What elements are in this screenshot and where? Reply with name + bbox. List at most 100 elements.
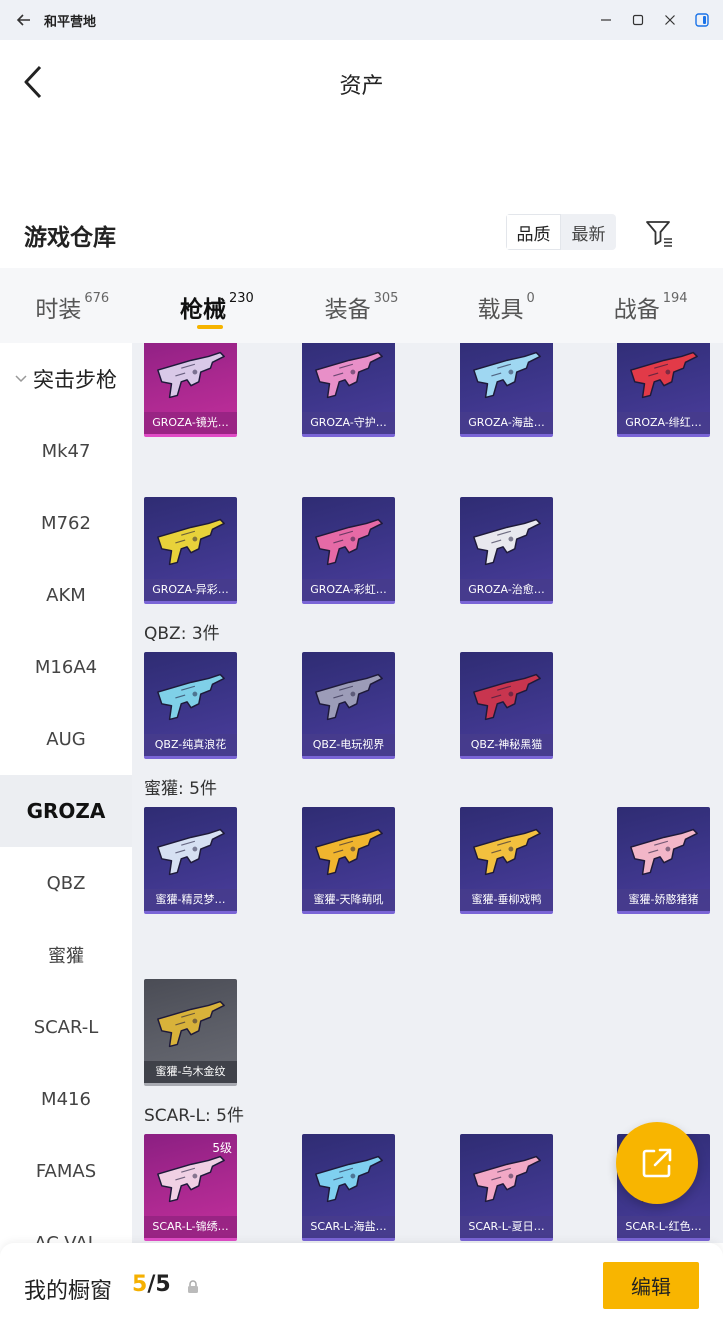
tab-equipment[interactable]: 装备 305 xyxy=(289,268,434,343)
sort-quality-button[interactable]: 品质 xyxy=(506,214,561,250)
sidebar-item-famas[interactable]: FAMAS xyxy=(0,1135,132,1207)
weapon-skin-card[interactable]: QBZ-神秘黑猫 xyxy=(460,652,553,759)
sidebar-item-qbz[interactable]: QBZ xyxy=(0,847,132,919)
weapon-image xyxy=(315,828,383,876)
weapon-image xyxy=(157,518,225,566)
weapon-skin-card[interactable]: 蜜獾-乌木金纹 xyxy=(144,979,237,1086)
sidebar-item-m762[interactable]: M762 xyxy=(0,487,132,559)
section-label-honey-badger: 蜜獾: 5件 xyxy=(144,779,217,799)
section-label-scar-l: SCAR-L: 5件 xyxy=(144,1106,244,1126)
weapon-image xyxy=(473,351,541,399)
weapon-skin-card[interactable]: GROZA-海盐… xyxy=(460,343,553,437)
skin-name: SCAR-L-锦绣… xyxy=(144,1216,237,1238)
weapon-image xyxy=(473,1155,541,1203)
sidebar-item-honey-badger[interactable]: 蜜獾 xyxy=(0,919,132,991)
weapon-skin-card[interactable]: GROZA-守护… xyxy=(302,343,395,437)
weapon-type-sidebar: 突击步枪 Mk47 M762 AKM M16A4 AUG GROZA QBZ 蜜… xyxy=(0,343,132,1243)
window-titlebar: 和平营地 xyxy=(0,0,723,40)
chevron-down-icon xyxy=(15,375,27,383)
weapon-skin-card[interactable]: GROZA-异彩… xyxy=(144,497,237,604)
skin-level-badge: 5级 xyxy=(212,1141,232,1155)
minimize-icon[interactable] xyxy=(593,7,619,33)
weapon-image xyxy=(157,673,225,721)
tab-count: 230 xyxy=(228,291,254,306)
weapon-image xyxy=(157,351,225,399)
weapon-image xyxy=(315,673,383,721)
app-header: 资产 xyxy=(0,40,723,124)
active-tab-indicator xyxy=(196,325,223,329)
maximize-icon[interactable] xyxy=(625,7,651,33)
warehouse-title: 游戏仓库 xyxy=(24,225,116,251)
skin-name: GROZA-彩虹… xyxy=(302,579,395,601)
sort-newest-button[interactable]: 最新 xyxy=(561,214,616,250)
sidebar-item-m416[interactable]: M416 xyxy=(0,1063,132,1135)
skin-name: 蜜獾-天降萌吼 xyxy=(302,889,395,911)
sidebar-item-ac-val[interactable]: AC-VAL xyxy=(0,1207,132,1244)
weapon-image xyxy=(157,828,225,876)
edit-button[interactable]: 编辑 xyxy=(603,1262,699,1309)
skin-name: GROZA-异彩… xyxy=(144,579,237,601)
weapon-skin-card[interactable]: GROZA-绯红… xyxy=(617,343,710,437)
skin-name: GROZA-治愈… xyxy=(460,579,553,601)
tab-count: 0 xyxy=(526,291,535,306)
sidebar-item-scar-l[interactable]: SCAR-L xyxy=(0,991,132,1063)
tab-label: 装备 xyxy=(324,297,371,323)
weapon-skin-card[interactable]: SCAR-L-海盐… xyxy=(302,1134,395,1241)
showcase-total: 5 xyxy=(155,1272,171,1297)
weapon-skin-grid: QBZ: 3件 蜜獾: 5件 SCAR-L: 5件 GROZA-镜光… GROZA… xyxy=(132,343,723,1243)
sidebar-item-groza[interactable]: GROZA xyxy=(0,775,132,847)
weapon-skin-card[interactable]: 蜜獾-垂柳戏鸭 xyxy=(460,807,553,914)
sidebar-item-aug[interactable]: AUG xyxy=(0,703,132,775)
tab-label: 时装 xyxy=(35,297,82,323)
weapon-skin-card[interactable]: SCAR-L-夏日… xyxy=(460,1134,553,1241)
arrow-left-icon[interactable] xyxy=(6,0,42,40)
showcase-bar: 我的橱窗 5/5 编辑 xyxy=(0,1243,723,1328)
tab-supplies[interactable]: 战备 194 xyxy=(578,268,723,343)
skin-name: 蜜獾-娇憨猪猪 xyxy=(617,889,710,911)
tab-count: 305 xyxy=(373,291,399,306)
skin-name: GROZA-绯红… xyxy=(617,412,710,434)
weapon-skin-card[interactable]: QBZ-纯真浪花 xyxy=(144,652,237,759)
tab-weapons[interactable]: 枪械 230 xyxy=(145,268,290,343)
share-button[interactable] xyxy=(616,1122,698,1204)
skin-name: SCAR-L-海盐… xyxy=(302,1216,395,1238)
weapon-skin-card[interactable]: GROZA-彩虹… xyxy=(302,497,395,604)
close-icon[interactable] xyxy=(657,7,683,33)
sidebar-item-m16a4[interactable]: M16A4 xyxy=(0,631,132,703)
warehouse-header: 游戏仓库 品质 最新 xyxy=(0,200,723,268)
window-controls xyxy=(593,0,715,40)
weapon-skin-card[interactable]: 蜜獾-娇憨猪猪 xyxy=(617,807,710,914)
weapon-image xyxy=(315,518,383,566)
weapon-skin-card[interactable]: GROZA-镜光… xyxy=(144,343,237,437)
sidebar-item-akm[interactable]: AKM xyxy=(0,559,132,631)
weapon-image xyxy=(315,351,383,399)
filter-icon[interactable] xyxy=(642,216,676,250)
weapon-skin-card[interactable]: 蜜獾-天降萌吼 xyxy=(302,807,395,914)
skin-name: 蜜獾-乌木金纹 xyxy=(144,1061,237,1083)
sidebar-item-mk47[interactable]: Mk47 xyxy=(0,415,132,487)
sidebar-group-assault-rifles[interactable]: 突击步枪 xyxy=(0,343,132,415)
page-title: 资产 xyxy=(339,74,384,99)
weapon-skin-card[interactable]: 5级 SCAR-L-锦绣… xyxy=(144,1134,237,1241)
weapon-image xyxy=(630,828,698,876)
weapon-skin-card[interactable]: QBZ-电玩视界 xyxy=(302,652,395,759)
window-title: 和平营地 xyxy=(44,14,97,30)
weapon-image xyxy=(157,1000,225,1048)
weapon-skin-card[interactable]: GROZA-治愈… xyxy=(460,497,553,604)
lock-icon xyxy=(188,1280,198,1293)
skin-name: 蜜獾-精灵梦… xyxy=(144,889,237,911)
sidebar-toggle-icon[interactable] xyxy=(689,7,715,33)
tab-outfits[interactable]: 时装 676 xyxy=(0,268,145,343)
skin-name: SCAR-L-夏日… xyxy=(460,1216,553,1238)
category-tabs: 时装 676 枪械 230 装备 305 载具 0 战备 194 xyxy=(0,268,723,343)
sort-toggle: 品质 最新 xyxy=(506,214,616,250)
share-out-icon xyxy=(642,1148,672,1178)
tab-vehicles[interactable]: 载具 0 xyxy=(434,268,579,343)
weapon-skin-card[interactable]: 蜜獾-精灵梦… xyxy=(144,807,237,914)
skin-name: QBZ-纯真浪花 xyxy=(144,734,237,756)
skin-name: QBZ-神秘黑猫 xyxy=(460,734,553,756)
weapon-image xyxy=(473,518,541,566)
tab-label: 载具 xyxy=(477,297,524,323)
showcase-current: 5 xyxy=(132,1272,148,1297)
tab-count: 676 xyxy=(84,291,110,306)
